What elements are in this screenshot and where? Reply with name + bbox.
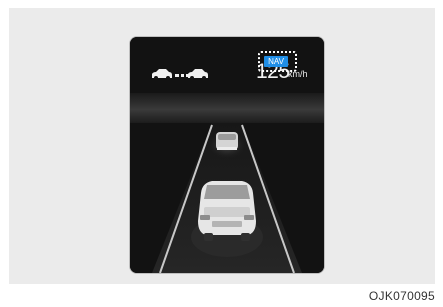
smart-cruise-status-row: 125 km/h NAV (130, 37, 324, 109)
own-vehicle-icon (191, 181, 263, 257)
instrument-cluster-display: 125 km/h NAV (130, 37, 324, 273)
vehicle-ahead-icon (207, 131, 247, 159)
figure-code: OJK070095 (368, 289, 435, 303)
nav-indicator-badge: NAV (264, 56, 288, 67)
vehicle-distance-icon (152, 69, 208, 80)
